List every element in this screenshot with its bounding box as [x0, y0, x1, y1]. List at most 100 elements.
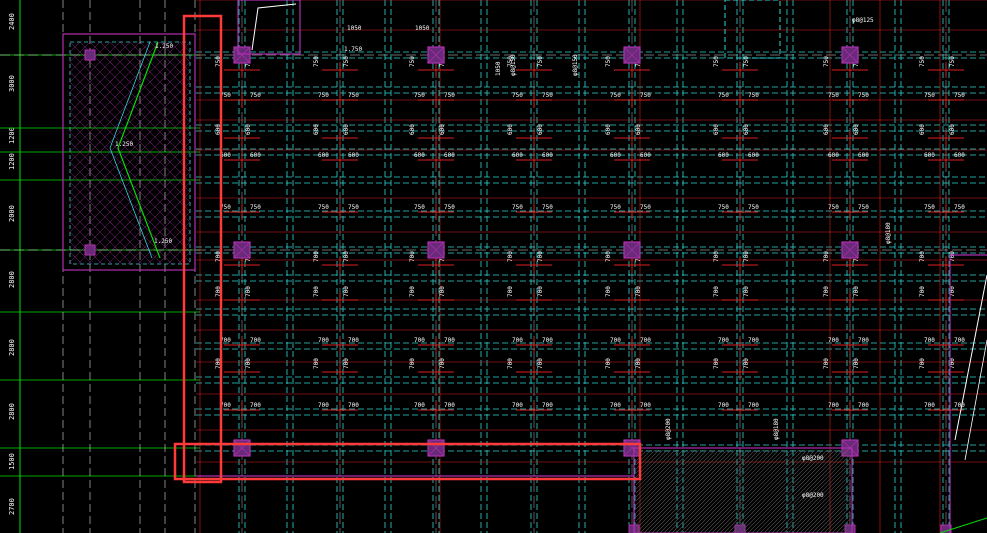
span-label: 700 [748, 337, 759, 344]
span-label: 750 [343, 56, 350, 67]
span-label: 700 [537, 286, 544, 297]
span-label: 600 [635, 124, 642, 135]
span-label: 600 [245, 124, 252, 135]
span-label: 700 [507, 286, 514, 297]
span-label: 750 [250, 204, 261, 211]
span-label: 700 [542, 402, 553, 409]
span-label: 750 [250, 92, 261, 99]
span-label: 750 [858, 92, 869, 99]
span-label: 700 [743, 358, 750, 369]
span-label: 700 [919, 286, 926, 297]
span-label: 700 [313, 358, 320, 369]
span-label: 600 [348, 152, 359, 159]
span-label: 750 [537, 56, 544, 67]
span-label: 750 [858, 204, 869, 211]
span-label: 600 [748, 152, 759, 159]
span-label: 700 [439, 286, 446, 297]
span-label: 750 [348, 204, 359, 211]
span-label: 600 [858, 152, 869, 159]
span-label: 750 [954, 92, 965, 99]
span-label: 700 [318, 337, 329, 344]
span-label: 600 [949, 124, 956, 135]
dimension-label: 3000 [8, 75, 16, 92]
span-label: 700 [853, 358, 860, 369]
span-label: 700 [343, 251, 350, 262]
span-label: 600 [828, 152, 839, 159]
span-label: 600 [924, 152, 935, 159]
span-label: 750 [954, 204, 965, 211]
span-label: 700 [313, 286, 320, 297]
stair-label: 1.250 [155, 43, 173, 50]
span-label: 600 [823, 124, 830, 135]
span-label: 700 [823, 251, 830, 262]
span-label: 700 [313, 251, 320, 262]
span-label: 750 [414, 92, 425, 99]
span-label: 700 [919, 358, 926, 369]
span-label: 750 [348, 92, 359, 99]
dimension-label: 1200 [8, 127, 16, 144]
span-label: 750 [823, 56, 830, 67]
span-label: 700 [858, 402, 869, 409]
span-label: 700 [924, 402, 935, 409]
span-label: 700 [954, 402, 965, 409]
span-label: 700 [640, 337, 651, 344]
callout-text: φ8@125 [852, 17, 874, 24]
span-label: 700 [605, 358, 612, 369]
stair-label: 1.250 [115, 141, 133, 148]
dimension-label: 2000 [8, 205, 16, 222]
span-label: 750 [318, 92, 329, 99]
beam-callout: φ8@150 [572, 54, 579, 76]
dimension-label: 2800 [8, 271, 16, 288]
span-label: 700 [823, 286, 830, 297]
span-label: 700 [954, 337, 965, 344]
dimension-label: 2800 [8, 403, 16, 420]
dimension-label: 1500 [8, 453, 16, 470]
span-label: 700 [718, 337, 729, 344]
span-label: 750 [313, 56, 320, 67]
span-label: 600 [439, 124, 446, 135]
span-label: 750 [828, 92, 839, 99]
span-label: 600 [507, 124, 514, 135]
span-label: 700 [743, 251, 750, 262]
callout-text: φ8@200 [802, 492, 824, 499]
span-label: 750 [610, 204, 621, 211]
span-label: 600 [537, 124, 544, 135]
span-label: 700 [610, 402, 621, 409]
span-label: 700 [343, 358, 350, 369]
span-label: 700 [507, 251, 514, 262]
span-label: 700 [439, 358, 446, 369]
span-label: 750 [318, 204, 329, 211]
span-label: 750 [542, 204, 553, 211]
span-label: 750 [713, 56, 720, 67]
span-label: 700 [245, 286, 252, 297]
span-label: 600 [512, 152, 523, 159]
column [84, 244, 96, 256]
span-label: 700 [605, 286, 612, 297]
callout-text: 1.750 [344, 46, 362, 53]
span-label: 750 [444, 204, 455, 211]
span-label: 700 [924, 337, 935, 344]
span-label: 700 [718, 402, 729, 409]
span-label: 750 [640, 204, 651, 211]
span-label: 700 [713, 251, 720, 262]
beam-callout: φ8@200 [665, 418, 672, 440]
span-label: 700 [318, 402, 329, 409]
span-label: 750 [718, 92, 729, 99]
span-label: 700 [640, 402, 651, 409]
cad-drawing-canvas[interactable]: 2400 3000 1200 1200 2000 2800 2800 2800 … [0, 0, 987, 533]
span-label: 700 [743, 286, 750, 297]
span-label: 700 [507, 358, 514, 369]
span-label: 700 [858, 337, 869, 344]
span-label: 600 [919, 124, 926, 135]
span-label: 750 [748, 92, 759, 99]
span-label: 700 [409, 286, 416, 297]
span-label: 700 [635, 286, 642, 297]
dimension-label: 2800 [8, 339, 16, 356]
callout-text: 1050 [415, 25, 430, 32]
span-label: 700 [537, 251, 544, 262]
span-label: 700 [409, 251, 416, 262]
span-label: 600 [343, 124, 350, 135]
span-label: 700 [250, 402, 261, 409]
span-label: 750 [748, 204, 759, 211]
callout-text: 1050 [347, 25, 362, 32]
